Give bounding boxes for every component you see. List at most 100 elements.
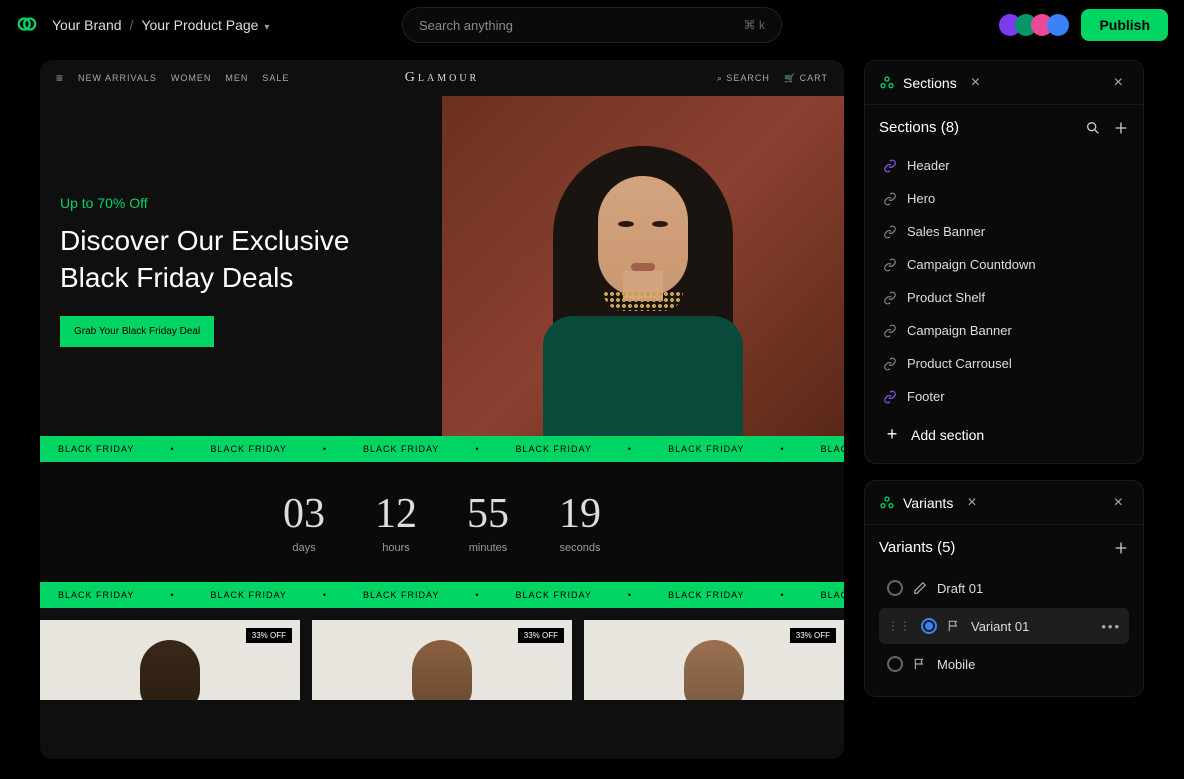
discount-badge: 33% OFF bbox=[790, 628, 836, 643]
close-tab-icon[interactable]: × bbox=[961, 494, 982, 512]
nav-sale[interactable]: SALE bbox=[262, 73, 289, 83]
nav-women[interactable]: WOMEN bbox=[171, 73, 212, 83]
hero-subtitle: Up to 70% Off bbox=[60, 195, 422, 211]
breadcrumb-page[interactable]: Your Product Page ▾ bbox=[141, 17, 269, 33]
variant-label: Variant 01 bbox=[971, 619, 1029, 634]
section-item[interactable]: Product Carrousel bbox=[879, 348, 1129, 379]
link-icon bbox=[883, 159, 897, 173]
section-item[interactable]: Footer bbox=[879, 381, 1129, 412]
add-section-icon[interactable] bbox=[1113, 120, 1129, 136]
search-sections-icon[interactable] bbox=[1085, 120, 1101, 136]
sections-tab-label[interactable]: Sections bbox=[903, 75, 957, 91]
radio-button[interactable] bbox=[887, 580, 903, 596]
close-tab-icon[interactable]: × bbox=[965, 74, 986, 92]
app-logo-icon[interactable] bbox=[16, 13, 40, 37]
section-label: Hero bbox=[907, 191, 935, 206]
search-input[interactable] bbox=[419, 18, 744, 33]
close-panel-icon[interactable]: × bbox=[1108, 74, 1129, 92]
marquee-banner: BLACK FRIDAY•BLACK FRIDAY•BLACK FRIDAY•B… bbox=[40, 436, 844, 462]
collaborator-avatars[interactable] bbox=[1005, 14, 1069, 36]
nav-search[interactable]: ⌕ SEARCH bbox=[717, 73, 770, 84]
hero-section: Up to 70% Off Discover Our Exclusive Bla… bbox=[40, 96, 844, 436]
nav-new-arrivals[interactable]: NEW ARRIVALS bbox=[78, 73, 157, 83]
hero-title: Discover Our Exclusive Black Friday Deal… bbox=[60, 223, 422, 296]
flag-icon bbox=[913, 657, 927, 671]
nav-cart[interactable]: 🛒 CART bbox=[784, 73, 828, 84]
sections-panel: Sections × × Sections (8) Header Hero Sale… bbox=[864, 60, 1144, 464]
link-icon bbox=[883, 192, 897, 206]
countdown-item: 12 hours bbox=[375, 490, 417, 554]
variants-tab-label[interactable]: Variants bbox=[903, 495, 953, 511]
countdown-value: 19 bbox=[559, 490, 601, 538]
section-label: Product Carrousel bbox=[907, 356, 1012, 371]
product-card[interactable]: 33% OFF bbox=[40, 620, 300, 700]
section-item[interactable]: Campaign Banner bbox=[879, 315, 1129, 346]
countdown-value: 03 bbox=[283, 490, 325, 538]
countdown-item: 19 seconds bbox=[559, 490, 601, 554]
radio-button[interactable] bbox=[887, 656, 903, 672]
variants-panel: Variants × × Variants (5) Draft 01 ⋮⋮ Vari… bbox=[864, 480, 1144, 697]
drag-handle-icon[interactable]: ⋮⋮ bbox=[887, 619, 911, 633]
breadcrumb-separator: / bbox=[130, 17, 134, 33]
section-item[interactable]: Hero bbox=[879, 183, 1129, 214]
preview-nav: ≡ NEW ARRIVALS WOMEN MEN SALE Glamour ⌕ … bbox=[40, 60, 844, 96]
nav-men[interactable]: MEN bbox=[225, 73, 248, 83]
publish-button[interactable]: Publish bbox=[1081, 9, 1168, 41]
pencil-icon bbox=[913, 581, 927, 595]
preview-canvas: ≡ NEW ARRIVALS WOMEN MEN SALE Glamour ⌕ … bbox=[40, 60, 844, 759]
more-options-icon[interactable]: ••• bbox=[1101, 619, 1121, 634]
hamburger-icon[interactable]: ≡ bbox=[56, 71, 64, 85]
avatar[interactable] bbox=[1047, 14, 1069, 36]
product-card[interactable]: 33% OFF bbox=[312, 620, 572, 700]
product-card[interactable]: 33% OFF bbox=[584, 620, 844, 700]
marquee-banner: BLACK FRIDAY•BLACK FRIDAY•BLACK FRIDAY•B… bbox=[40, 582, 844, 608]
link-icon bbox=[883, 225, 897, 239]
countdown-value: 12 bbox=[375, 490, 417, 538]
plus-icon: + bbox=[883, 424, 901, 445]
preview-logo[interactable]: Glamour bbox=[405, 70, 479, 86]
link-icon bbox=[883, 357, 897, 371]
breadcrumb-brand[interactable]: Your Brand bbox=[52, 17, 122, 33]
breadcrumb: Your Brand / Your Product Page ▾ bbox=[52, 17, 269, 33]
countdown-item: 03 days bbox=[283, 490, 325, 554]
section-item[interactable]: Sales Banner bbox=[879, 216, 1129, 247]
section-label: Product Shelf bbox=[907, 290, 985, 305]
variant-item[interactable]: Mobile bbox=[879, 646, 1129, 682]
add-variant-icon[interactable] bbox=[1113, 540, 1129, 556]
close-panel-icon[interactable]: × bbox=[1108, 494, 1129, 512]
variant-label: Draft 01 bbox=[937, 581, 983, 596]
radio-button[interactable] bbox=[921, 618, 937, 634]
sections-icon bbox=[879, 75, 895, 91]
chevron-down-icon: ▾ bbox=[264, 22, 269, 33]
countdown-label: days bbox=[283, 542, 325, 554]
section-label: Campaign Banner bbox=[907, 323, 1012, 338]
flag-icon bbox=[947, 619, 961, 633]
variant-label: Mobile bbox=[937, 657, 975, 672]
link-icon bbox=[883, 258, 897, 272]
section-item[interactable]: Header bbox=[879, 150, 1129, 181]
section-item[interactable]: Campaign Countdown bbox=[879, 249, 1129, 280]
section-item[interactable]: Product Shelf bbox=[879, 282, 1129, 313]
product-shelf: 33% OFF 33% OFF 33% OFF bbox=[40, 608, 844, 700]
countdown-value: 55 bbox=[467, 490, 509, 538]
section-label: Header bbox=[907, 158, 950, 173]
sections-heading: Sections (8) bbox=[879, 119, 959, 136]
variant-item[interactable]: ⋮⋮ Variant 01 ••• bbox=[879, 608, 1129, 644]
link-icon bbox=[883, 324, 897, 338]
link-icon bbox=[883, 291, 897, 305]
search-shortcut: ⌘ k bbox=[744, 18, 765, 32]
countdown-label: seconds bbox=[559, 542, 601, 554]
variants-heading: Variants (5) bbox=[879, 539, 955, 556]
countdown-label: minutes bbox=[467, 542, 509, 554]
variant-item[interactable]: Draft 01 bbox=[879, 570, 1129, 606]
countdown-label: hours bbox=[375, 542, 417, 554]
link-icon bbox=[883, 390, 897, 404]
section-label: Sales Banner bbox=[907, 224, 985, 239]
hero-image bbox=[442, 96, 844, 436]
discount-badge: 33% OFF bbox=[518, 628, 564, 643]
search-bar[interactable]: ⌘ k bbox=[402, 7, 782, 43]
countdown-item: 55 minutes bbox=[467, 490, 509, 554]
countdown-section: 03 days 12 hours 55 minutes 19 seconds bbox=[40, 462, 844, 582]
add-section-button[interactable]: + Add section bbox=[879, 412, 1129, 449]
hero-cta-button[interactable]: Grab Your Black Friday Deal bbox=[60, 316, 214, 347]
